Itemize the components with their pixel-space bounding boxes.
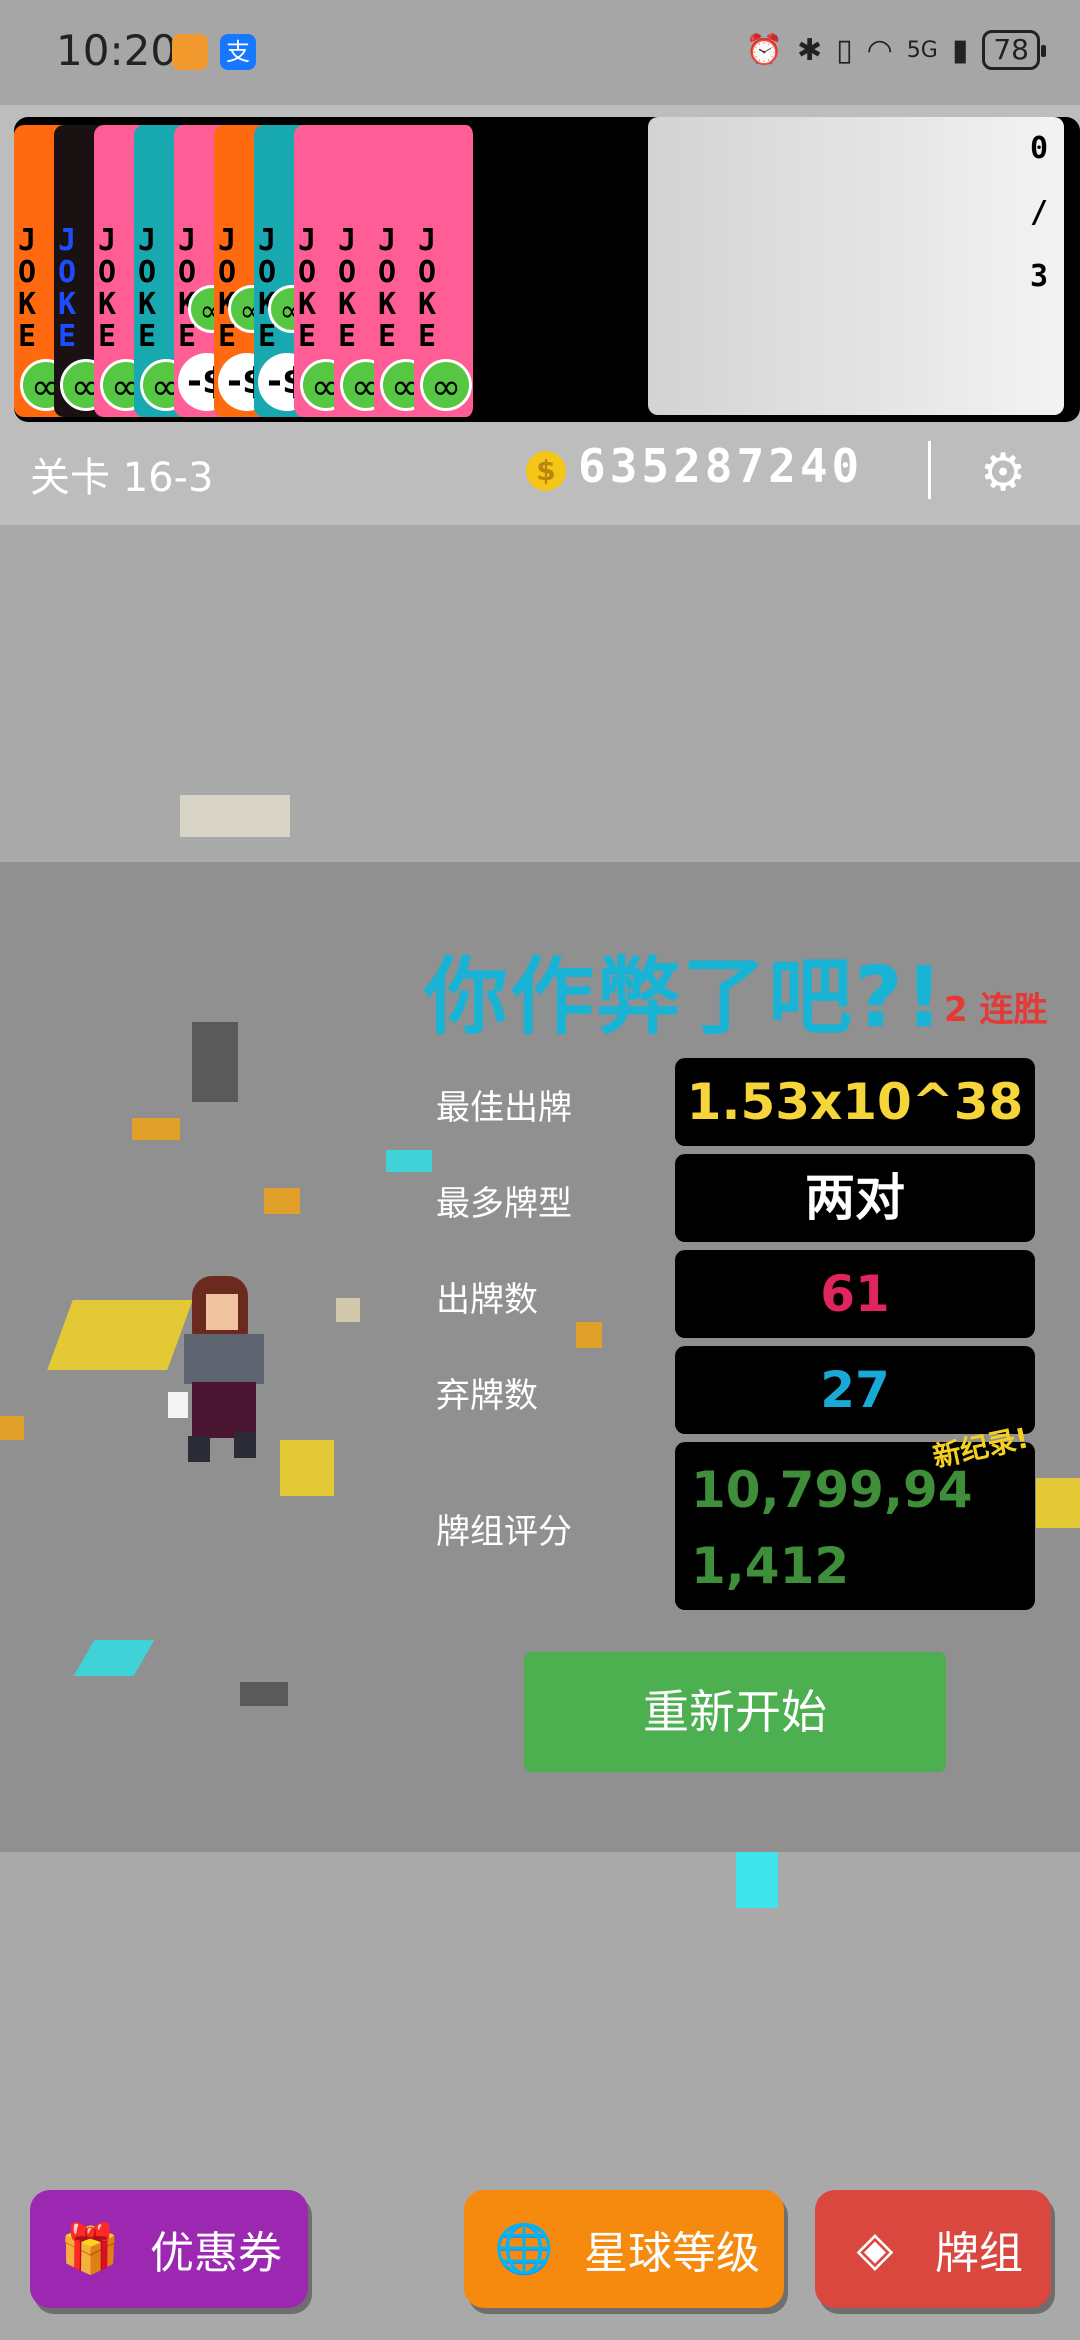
globe-icon: 🌐 [494,2221,554,2277]
bluetooth-icon: ✱ [796,32,823,68]
status-bar: 10:20 支 ⏰ ✱ ▯ ◠ 5G ▮ 78 [0,0,1080,105]
coin-icon: $ [526,451,566,491]
pixel-debris [576,1322,602,1348]
restart-button[interactable]: 重新开始 [524,1652,946,1772]
deck-score-label: 牌组评分 [436,1512,572,1552]
deck-button[interactable]: ◈ 牌组 [815,2190,1051,2308]
best-hand-value: 1.53x10^38 [675,1058,1035,1146]
gift-icon: 🎁 [60,2221,120,2277]
most-hand-type-label: 最多牌型 [436,1184,572,1224]
joker-card-text: JOKE [18,223,37,354]
discards-value: 27 [675,1346,1035,1434]
deck-label: 牌组 [935,2228,1023,2279]
coupon-label: 优惠券 [150,2228,282,2279]
hands-played-label: 出牌数 [436,1280,538,1320]
signal-icon: ▮ [951,32,969,68]
network-label: 5G [906,37,938,63]
selected-joker-panel: 0 / 3 [648,117,1064,415]
best-hand-label: 最佳出牌 [436,1088,572,1128]
vibrate-icon: ▯ [836,32,853,68]
battery-indicator: 78 [982,30,1046,70]
pixel-debris [240,1682,288,1706]
pixel-debris [180,795,290,837]
joker-card[interactable]: JOKE ∞ [414,125,476,417]
joker-card-text: JOKE [378,223,397,354]
counter-current: 0 [1029,131,1048,166]
pixel-debris [132,1118,180,1140]
joker-slot-counter: 0 / 3 [1030,117,1048,309]
pixel-character [168,1276,278,1462]
pixel-debris [0,1416,24,1440]
pixel-debris [280,1440,334,1496]
infinity-badge: ∞ [420,359,472,411]
deck-score-value: 10,799,941,412 [675,1442,1035,1610]
joker-card-text: JOKE [138,223,157,354]
planet-level-button[interactable]: 🌐 星球等级 [464,2190,784,2308]
pixel-debris [1036,1478,1080,1528]
pixel-debris [386,1150,432,1172]
wifi-icon: ◠ [866,32,893,68]
joker-card-text: JOKE [98,223,117,354]
layers-icon: ◈ [856,2221,894,2277]
alipay-notification-icon: 支 [220,34,256,70]
hands-played-value: 61 [675,1250,1035,1338]
pixel-debris [264,1188,300,1214]
alarm-icon: ⏰ [745,32,783,68]
counter-max: 3 [1029,259,1048,294]
joker-card-text: JOKE [338,223,357,354]
app-notification-icon [172,34,208,70]
joker-card-text: JOKE [418,223,437,354]
header-divider [928,441,931,499]
win-streak: 2 连胜 [944,990,1048,1030]
status-time: 10:20 [56,26,178,75]
status-icons: ⏰ ✱ ▯ ◠ 5G ▮ 78 [745,30,1046,70]
money-amount: 635287240 [578,439,864,493]
discards-label: 弃牌数 [436,1376,538,1416]
gear-icon[interactable]: ⚙ [975,445,1031,501]
result-title: 你作弊了吧?! [424,948,946,1046]
joker-card-text: JOKE [298,223,317,354]
pixel-debris [736,1852,778,1908]
coupon-button[interactable]: 🎁 优惠券 [30,2190,308,2308]
level-label: 关卡 16-3 [30,455,214,501]
joker-card-text: JOKE [58,223,77,354]
pixel-debris [192,1022,238,1102]
pixel-debris [336,1298,360,1322]
counter-separator: / [1029,195,1048,230]
most-hand-type-value: 两对 [675,1154,1035,1242]
top-bar: JOKE ∞ JOKE ∞ JOKE ∞ JOKE ∞ JOKE ∞ -$ JO… [0,105,1080,525]
planet-level-label: 星球等级 [584,2228,760,2279]
